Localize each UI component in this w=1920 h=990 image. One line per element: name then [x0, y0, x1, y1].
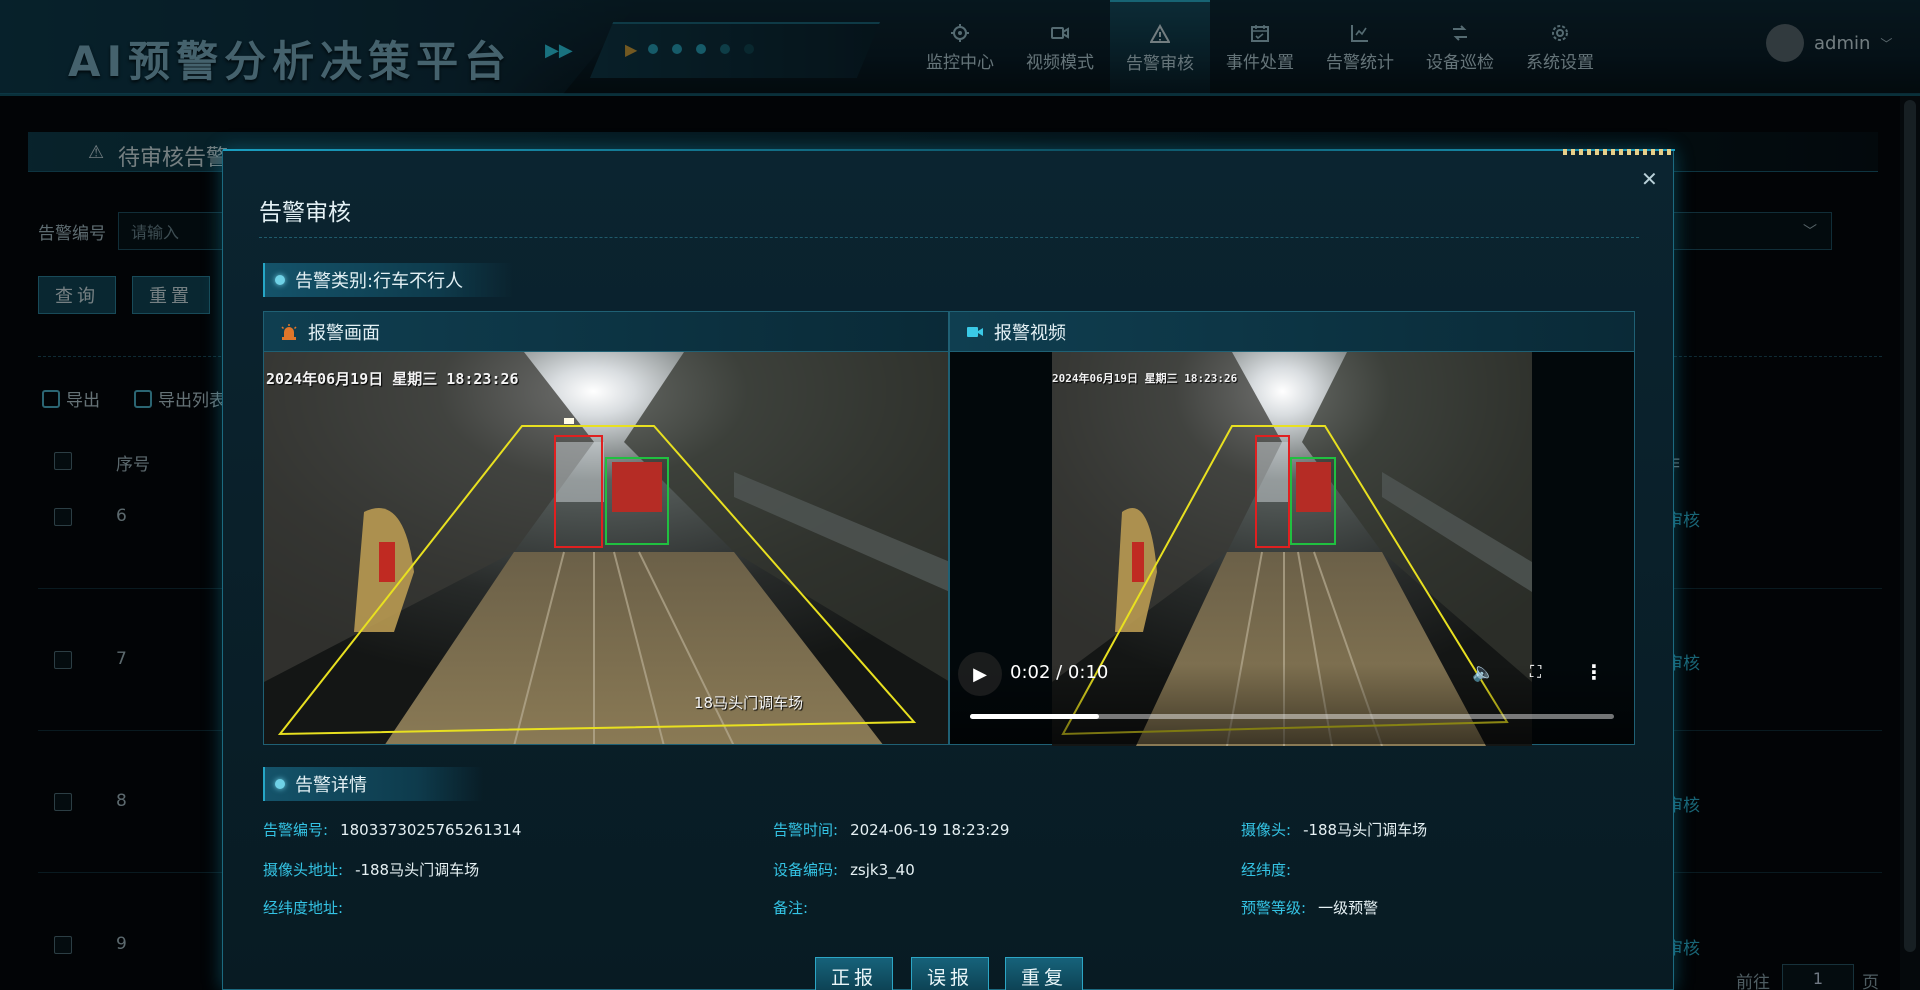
- modal-decoration: [1563, 149, 1673, 155]
- alarm-image-panel-title: 报警画面: [308, 322, 380, 344]
- fullscreen-icon[interactable]: ⛶: [1530, 662, 1541, 682]
- detail-camera-address: 摄像头地址: -188马头门调车场: [263, 861, 480, 879]
- modal-title: 告警审核: [259, 200, 351, 226]
- detail-lat-lng: 经纬度:: [1241, 861, 1292, 879]
- modal-top-border: [223, 149, 1675, 151]
- alarm-video-panel-title: 报警视频: [994, 322, 1066, 344]
- video-time: 0:02 / 0:10: [1010, 662, 1109, 683]
- modal-divider: [259, 237, 1639, 238]
- confirm-alarm-button[interactable]: 正报: [815, 957, 893, 990]
- video-progress-fill: [970, 714, 1099, 719]
- bullet-icon: [275, 779, 285, 789]
- camera-timestamp: 2024年06月19日 星期三 18:23:26: [266, 370, 519, 388]
- detail-lat-lng-address: 经纬度地址:: [263, 899, 344, 917]
- alarm-image-panel-header: 报警画面: [264, 312, 948, 352]
- detail-alarm-time: 告警时间: 2024-06-19 18:23:29: [773, 821, 1010, 839]
- video-camera-icon: [966, 323, 984, 341]
- alarm-video-panel: 报警视频 2024年06月19日 星期三 18:23:26 ▶ 0:02 / 0…: [949, 311, 1635, 746]
- alarm-snapshot: 2024年06月19日 星期三 18:23:26 18​马头门调车场: [264, 352, 948, 744]
- video-progress-bar[interactable]: [970, 714, 1614, 719]
- alarm-video-panel-header: 报警视频: [950, 312, 1634, 352]
- more-options-icon[interactable]: ⋮: [1584, 660, 1604, 684]
- detail-warning-level: 预警等级: 一级预警: [1241, 899, 1379, 917]
- alarm-review-modal: 告警审核 ✕ 告警类别:行车不行人 报警画面 2024年06月19日 星期三 1…: [222, 149, 1675, 990]
- alarm-image-panel: 报警画面: [263, 311, 949, 745]
- close-icon[interactable]: ✕: [1641, 167, 1658, 191]
- false-alarm-button[interactable]: 误报: [911, 957, 989, 990]
- alarm-light-icon: [280, 323, 298, 341]
- detail-remark: 备注:: [773, 899, 809, 917]
- alarm-category-header: 告警类别:行车不行人: [263, 263, 513, 297]
- volume-icon[interactable]: 🔈: [1472, 662, 1494, 683]
- duplicate-alarm-button[interactable]: 重复: [1005, 957, 1083, 990]
- detail-device-code: 设备编码: zsjk3_40: [773, 861, 915, 879]
- play-icon[interactable]: ▶: [958, 652, 1002, 696]
- alarm-category-label: 告警类别:行车不行人: [295, 271, 464, 292]
- alarm-details-header: 告警详情: [263, 767, 483, 801]
- detail-alarm-id: 告警编号: 1803373025765261314: [263, 821, 522, 839]
- detail-camera: 摄像头: -188马头门调车场: [1241, 821, 1428, 839]
- alarm-details-title: 告警详情: [295, 775, 367, 796]
- bullet-icon: [275, 275, 285, 285]
- video-camera-timestamp: 2024年06月19日 星期三 18:23:26: [1052, 372, 1238, 385]
- camera-name-overlay: 18​马头门调车场: [694, 694, 804, 712]
